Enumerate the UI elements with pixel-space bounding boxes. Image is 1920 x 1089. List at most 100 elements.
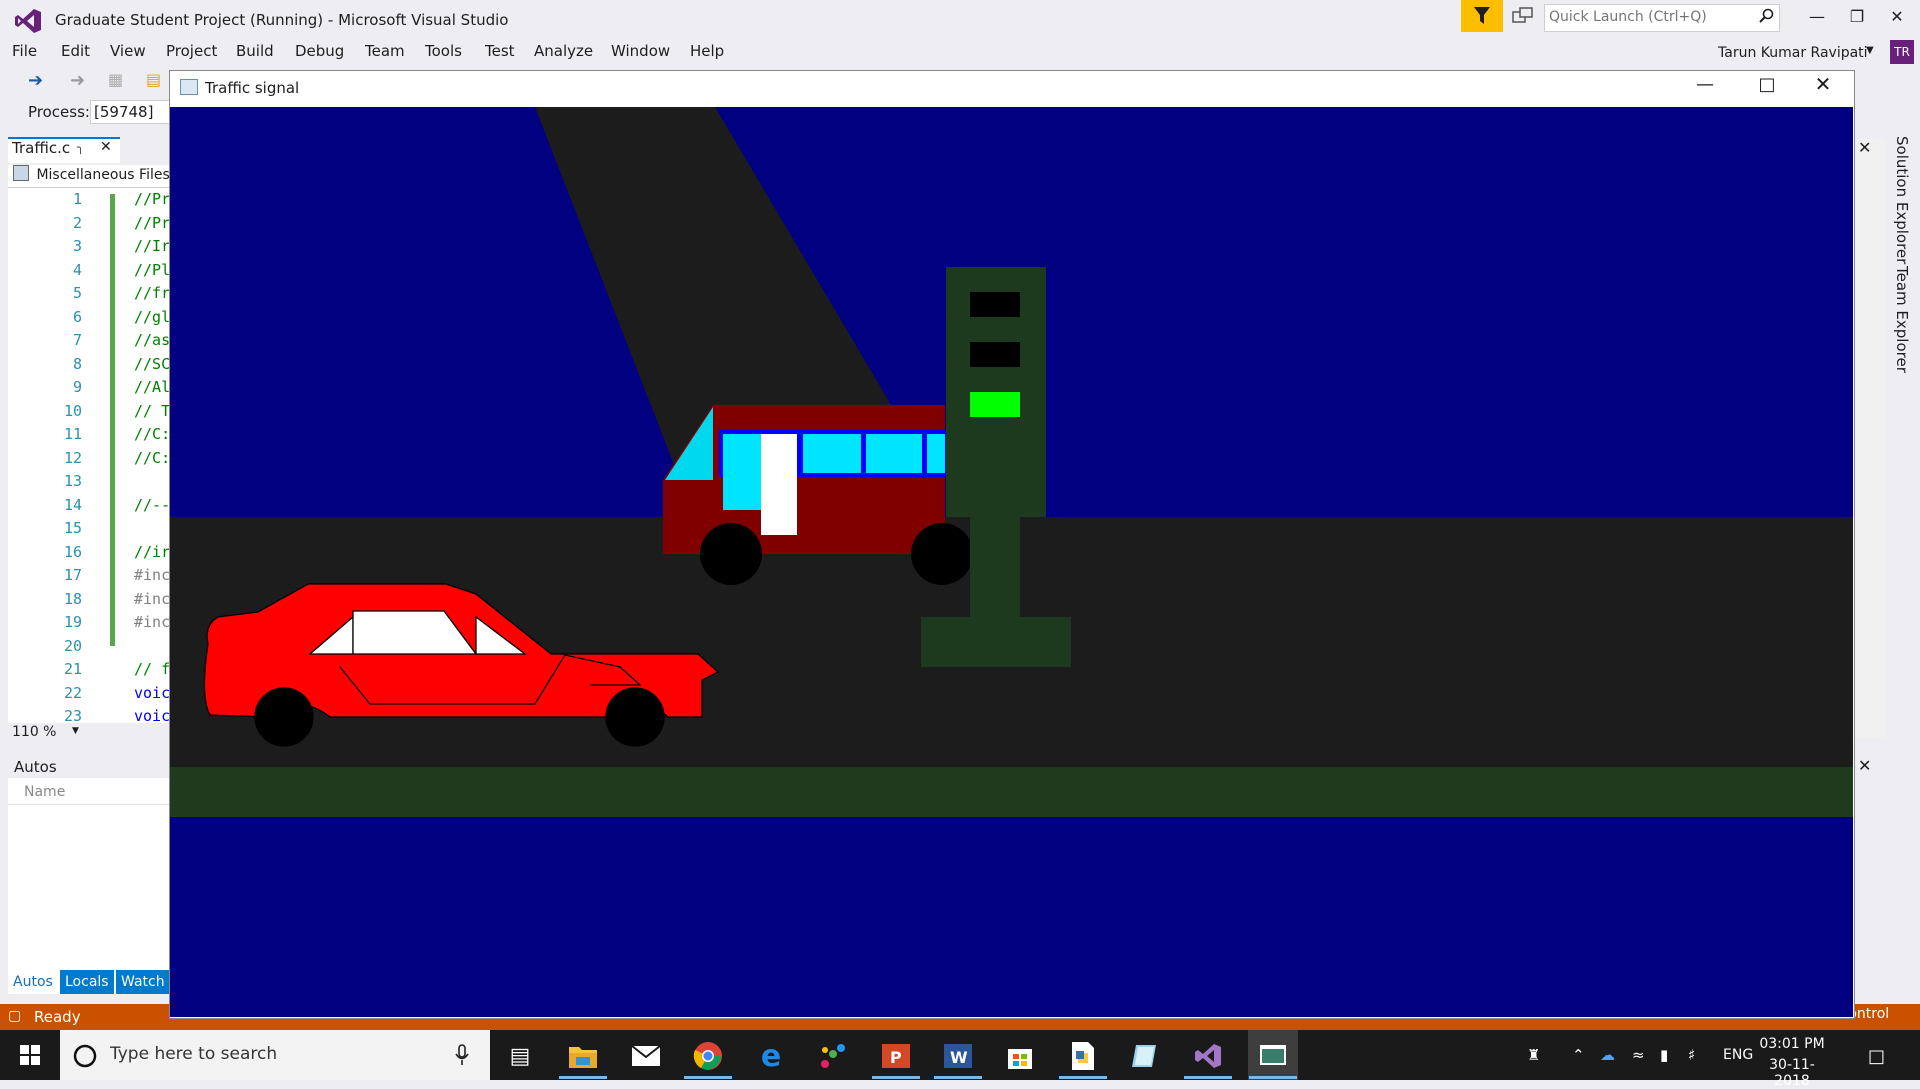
mail-icon[interactable] — [628, 1038, 664, 1074]
new-project-icon[interactable]: ▦ — [108, 70, 123, 89]
onedrive-icon[interactable]: ☁ — [1600, 1046, 1615, 1064]
back-arrow-icon[interactable]: ➔ — [28, 70, 43, 91]
action-center-icon[interactable]: □ — [1868, 1046, 1885, 1067]
menu-project[interactable]: Project — [166, 42, 217, 60]
app-icon-dots[interactable] — [815, 1038, 851, 1074]
process-bar: Process: [59748] Gra — [0, 97, 175, 127]
notification-filter-icon[interactable] — [1461, 0, 1503, 32]
notes-icon[interactable] — [1127, 1038, 1163, 1074]
code-line: #inc — [134, 613, 171, 631]
menu-window[interactable]: Window — [611, 42, 670, 60]
clock-time[interactable]: 03:01 PM — [1752, 1036, 1832, 1052]
taskbar-search-placeholder: Type here to search — [110, 1044, 278, 1064]
people-icon[interactable]: ♜ — [1527, 1046, 1540, 1064]
bus-window-4 — [927, 434, 945, 473]
active-indicator — [872, 1076, 920, 1079]
menu-file[interactable]: File — [12, 42, 37, 60]
menu-debug[interactable]: Debug — [295, 42, 344, 60]
task-view-icon[interactable]: ▤ — [502, 1038, 538, 1074]
chevron-down-icon[interactable]: ▼ — [1866, 45, 1874, 56]
chevron-down-icon[interactable]: ▼ — [72, 726, 79, 736]
windows-start-icon[interactable] — [0, 1030, 60, 1080]
code-line: //SC — [134, 354, 171, 373]
python-file-icon[interactable] — [1065, 1038, 1101, 1074]
line-number: 15 — [63, 519, 82, 537]
menu-build[interactable]: Build — [236, 42, 274, 60]
tab-locals[interactable]: Locals — [60, 970, 114, 994]
forward-arrow-icon[interactable]: ➜ — [70, 70, 85, 91]
line-number: 8 — [72, 354, 82, 373]
menu-team[interactable]: Team — [365, 42, 405, 60]
close-icon[interactable]: ✕ — [1880, 4, 1914, 30]
line-number: 16 — [63, 542, 82, 561]
traffic-signal-taskbar-icon[interactable] — [1248, 1030, 1298, 1080]
tab-watch[interactable]: Watch — [116, 970, 170, 994]
quick-launch-input[interactable] — [1545, 5, 1754, 29]
minimize-icon[interactable]: — — [1690, 74, 1720, 95]
feedback-icon[interactable] — [1512, 7, 1534, 27]
bus-door — [761, 434, 797, 535]
nav-context: Miscellaneous Files — [36, 167, 170, 183]
tab-autos[interactable]: Autos — [8, 970, 58, 994]
menu-test[interactable]: Test — [485, 42, 515, 60]
chrome-icon[interactable] — [690, 1038, 726, 1074]
tab-solution-explorer[interactable]: Solution Explorer — [1893, 136, 1911, 264]
menu-view[interactable]: View — [110, 42, 146, 60]
navigation-bar[interactable]: Miscellaneous Files — [8, 165, 173, 188]
visual-studio-taskbar-icon[interactable] — [1190, 1038, 1226, 1074]
menu-edit[interactable]: Edit — [61, 42, 90, 60]
code-line: #inc — [134, 589, 171, 608]
microphone-icon[interactable] — [455, 1044, 469, 1066]
code-line: //C: — [134, 448, 171, 467]
edge-icon[interactable]: e — [753, 1038, 789, 1074]
store-icon[interactable] — [1002, 1038, 1038, 1074]
active-indicator — [1184, 1076, 1232, 1079]
bus-wheel-rear — [911, 523, 973, 585]
code-line: voic — [134, 683, 171, 702]
battery-icon[interactable]: ▮ — [1660, 1046, 1668, 1064]
bus-window-2 — [803, 434, 861, 473]
cortana-icon — [73, 1044, 97, 1068]
avatar[interactable]: TR — [1890, 40, 1914, 64]
file-explorer-icon[interactable] — [565, 1038, 601, 1074]
open-folder-icon[interactable]: ▤ — [146, 70, 161, 89]
signal-pole — [970, 517, 1020, 617]
powerpoint-icon[interactable]: P — [878, 1038, 914, 1074]
visual-studio-logo-icon — [15, 9, 41, 33]
autos-column-header[interactable]: Name — [8, 780, 173, 805]
line-number: 6 — [72, 307, 82, 326]
close-icon[interactable]: ✕ — [1808, 72, 1838, 96]
user-name[interactable]: Tarun Kumar Ravipati — [1718, 45, 1868, 61]
line-number: 3 — [72, 237, 82, 255]
zoom-level[interactable]: 110 % — [8, 724, 56, 740]
volume-muted-icon[interactable]: ♯ — [1688, 1046, 1695, 1064]
line-number: 18 — [63, 589, 82, 608]
restore-icon[interactable]: ❐ — [1840, 4, 1874, 30]
menu-help[interactable]: Help — [690, 42, 724, 60]
tab-team-explorer[interactable]: Team Explorer — [1893, 266, 1911, 373]
code-line: //Pr — [134, 213, 171, 232]
menu-tools[interactable]: Tools — [425, 42, 462, 60]
maximize-icon[interactable]: □ — [1752, 74, 1782, 95]
scrollbar[interactable] — [1852, 138, 1885, 738]
wifi-icon[interactable]: ≈ — [1632, 1046, 1645, 1064]
chevron-up-icon[interactable]: ⌃ — [1572, 1046, 1585, 1064]
red-light — [970, 292, 1020, 317]
close-tab-icon[interactable]: ✕ — [100, 139, 112, 155]
word-icon[interactable]: W — [940, 1038, 976, 1074]
search-icon[interactable] — [1759, 8, 1775, 28]
lower-area — [170, 817, 1853, 1017]
clock-date[interactable]: 30-11-2018 — [1752, 1057, 1832, 1089]
menu-analyze[interactable]: Analyze — [534, 42, 593, 60]
yellow-light — [970, 342, 1020, 367]
quick-launch-box[interactable] — [1544, 4, 1780, 32]
language-indicator[interactable]: ENG — [1723, 1047, 1753, 1063]
pin-icon[interactable]: ╮ — [77, 140, 84, 154]
green-light — [970, 392, 1020, 417]
minimize-icon[interactable]: — — [1800, 4, 1834, 30]
process-dropdown[interactable]: [59748] Gra — [90, 100, 175, 124]
close-icon[interactable]: ✕ — [1858, 756, 1871, 775]
close-icon[interactable]: ✕ — [1858, 138, 1871, 157]
